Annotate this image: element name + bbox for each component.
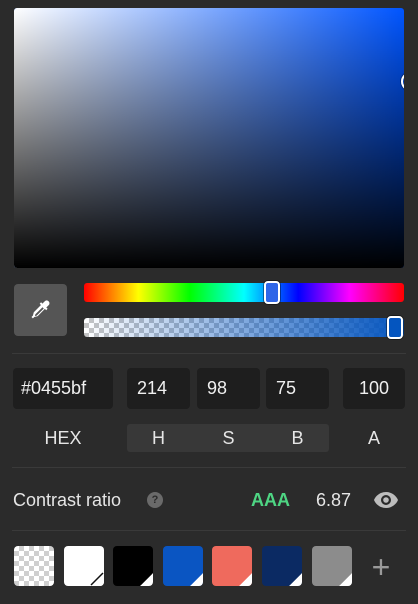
plus-icon: + xyxy=(371,549,391,585)
swatch-transparent[interactable] xyxy=(14,546,54,586)
swatch-navy[interactable] xyxy=(262,546,302,586)
alpha-slider[interactable] xyxy=(84,316,404,339)
swatch-salmon[interactable] xyxy=(212,546,252,586)
swatch-gray[interactable] xyxy=(312,546,352,586)
eyedropper-icon xyxy=(31,300,49,319)
alpha-input[interactable]: 100 xyxy=(343,368,405,409)
brightness-input[interactable]: 75 xyxy=(266,368,329,409)
saturation-brightness-area[interactable] xyxy=(14,8,404,268)
swatch-white[interactable] xyxy=(64,546,104,586)
color-model-labels: HEX H S B A xyxy=(0,424,418,452)
alpha-slider-thumb[interactable] xyxy=(387,316,403,339)
divider xyxy=(12,467,406,468)
b-label: B xyxy=(291,428,304,448)
contrast-grade-badge: AAA xyxy=(251,490,290,510)
saturation-input[interactable]: 98 xyxy=(197,368,260,409)
eye-icon[interactable] xyxy=(373,490,399,510)
s-label: S xyxy=(222,428,235,448)
hex-input[interactable]: #0455bf xyxy=(13,368,113,409)
hue-slider[interactable] xyxy=(84,281,404,304)
help-icon[interactable]: ? xyxy=(147,492,163,508)
contrast-ratio-row: Contrast ratio ? AAA 6.87 xyxy=(0,486,418,514)
eyedropper-button[interactable] xyxy=(14,284,67,336)
add-swatch-button[interactable]: + xyxy=(366,549,396,585)
contrast-ratio-value: 6.87 xyxy=(316,490,352,510)
h-label: H xyxy=(152,428,165,448)
divider xyxy=(12,530,406,531)
color-picker-panel: #0455bf 214 98 75 100 HEX H S B A Contra… xyxy=(0,0,418,604)
hue-slider-thumb[interactable] xyxy=(264,281,280,304)
a-label: A xyxy=(367,428,380,448)
divider xyxy=(12,353,406,354)
hue-input[interactable]: 214 xyxy=(127,368,190,409)
swatch-blue[interactable] xyxy=(163,546,203,586)
contrast-ratio-label: Contrast ratio xyxy=(13,490,122,510)
swatch-black[interactable] xyxy=(113,546,153,586)
hex-mode-toggle[interactable]: HEX xyxy=(13,424,113,452)
